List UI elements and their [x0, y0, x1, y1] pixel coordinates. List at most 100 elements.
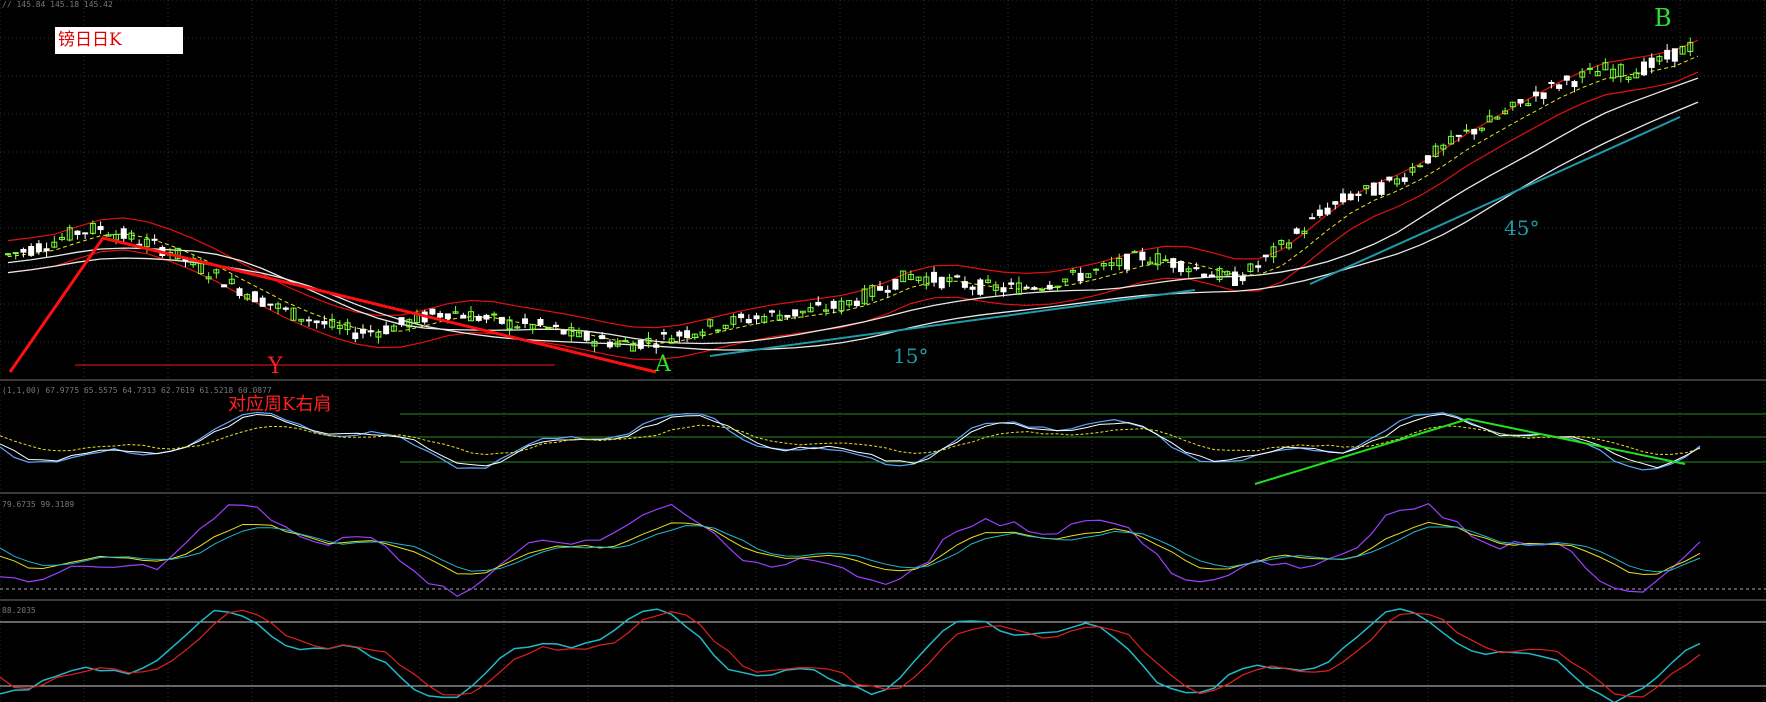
- candle-body: [1023, 286, 1030, 289]
- candle-body: [1370, 182, 1377, 196]
- candle-body: [745, 318, 752, 324]
- candle-body: [35, 243, 42, 253]
- candle-body: [1008, 282, 1015, 285]
- candle-body: [583, 331, 590, 341]
- candle-body: [676, 331, 683, 337]
- candle-body: [892, 278, 899, 290]
- candle-body: [1648, 57, 1655, 68]
- label-45-degree: 45°: [1504, 216, 1540, 240]
- candle-body: [483, 314, 490, 320]
- candle-body: [768, 310, 775, 313]
- candle-body: [1640, 61, 1647, 76]
- candle-body: [1471, 128, 1478, 135]
- candle-body: [653, 344, 660, 348]
- envelope-upper: [7, 39, 1699, 329]
- candle-body: [1517, 98, 1524, 104]
- osc2-yellow: [0, 521, 1701, 575]
- candle-body: [267, 303, 274, 306]
- candle-body: [684, 330, 691, 339]
- candle-body: [931, 271, 938, 283]
- candle-body: [1424, 155, 1431, 164]
- candle-body: [1039, 288, 1046, 291]
- candle-body: [961, 281, 968, 288]
- candle-body: [784, 314, 791, 318]
- candle-body: [954, 275, 961, 278]
- candle-body: [753, 315, 760, 320]
- candle-body: [714, 329, 721, 332]
- candle-body: [236, 288, 243, 296]
- candle-body: [367, 330, 374, 333]
- chart-title: 镑日日K: [55, 27, 183, 54]
- candle-body: [1455, 134, 1462, 137]
- candle-body: [221, 284, 228, 288]
- candle-body: [97, 226, 104, 231]
- candle-body: [738, 313, 745, 319]
- candle-body: [498, 316, 505, 324]
- candle-body: [522, 318, 529, 324]
- candle-body: [151, 238, 158, 241]
- candle-body: [1077, 272, 1084, 282]
- candle-body: [552, 324, 559, 328]
- candle-body: [305, 319, 312, 322]
- label-y: Y: [268, 354, 283, 379]
- osc1-blue: [0, 411, 1701, 471]
- candle-body: [1671, 48, 1678, 62]
- osc2-purple: [0, 502, 1701, 597]
- candle-body: [282, 307, 289, 310]
- candle-body: [1324, 207, 1331, 215]
- candle-body: [1332, 201, 1339, 205]
- candle-body: [792, 309, 799, 317]
- candle-body: [1316, 209, 1323, 216]
- candle-body: [437, 312, 444, 318]
- candle-body: [74, 230, 81, 235]
- candle-body: [1139, 251, 1146, 261]
- candle-body: [1401, 177, 1408, 182]
- candle-body: [28, 246, 35, 256]
- candle-body: [599, 335, 606, 340]
- candle-body: [1177, 260, 1184, 273]
- candle-body: [830, 300, 837, 309]
- candle-body: [20, 248, 27, 253]
- candle-body: [884, 289, 891, 293]
- price-chart: [0, 0, 1766, 702]
- candle-body: [444, 313, 451, 320]
- candle-body: [877, 286, 884, 291]
- candle-body: [251, 291, 258, 303]
- label-15-degree: 15°: [893, 344, 929, 368]
- candle-body: [853, 300, 860, 307]
- candle-body: [12, 252, 19, 255]
- candle-body: [977, 279, 984, 295]
- trend-15-line: [709, 289, 1196, 357]
- indicator-3-readout: 88.2035: [2, 606, 36, 615]
- candle-body: [1664, 49, 1671, 60]
- candle-body: [1540, 92, 1547, 99]
- indicator-2-readout: 79.6735 99.3189: [2, 500, 75, 509]
- candle-body: [1201, 273, 1208, 278]
- candle-body: [352, 332, 359, 340]
- candle-body: [1162, 259, 1169, 262]
- candle-body: [383, 325, 390, 335]
- candle-body: [1231, 271, 1238, 287]
- candle-body: [1586, 67, 1593, 70]
- candle-body: [1532, 91, 1539, 97]
- candle-body: [637, 339, 644, 349]
- candle-body: [475, 315, 482, 321]
- candle-body: [1309, 217, 1316, 220]
- candle-body: [1093, 268, 1100, 271]
- osc2-cyan: [0, 525, 1701, 573]
- candle-body: [321, 321, 328, 325]
- candle-body: [1463, 129, 1470, 132]
- candle-body: [1340, 193, 1347, 203]
- candle-body: [1417, 165, 1424, 168]
- envelope-lower: [7, 71, 1699, 361]
- candle-body: [545, 326, 552, 329]
- ohlc-readout: // 145.84 145.18 145.42: [2, 0, 113, 9]
- candle-body: [398, 317, 405, 325]
- candle-body: [815, 301, 822, 306]
- candle-body: [429, 308, 436, 315]
- candle-body: [660, 332, 667, 335]
- candle-body: [1262, 254, 1269, 258]
- candle-body: [82, 232, 89, 235]
- candle-body: [313, 320, 320, 324]
- candle-body: [1046, 284, 1053, 290]
